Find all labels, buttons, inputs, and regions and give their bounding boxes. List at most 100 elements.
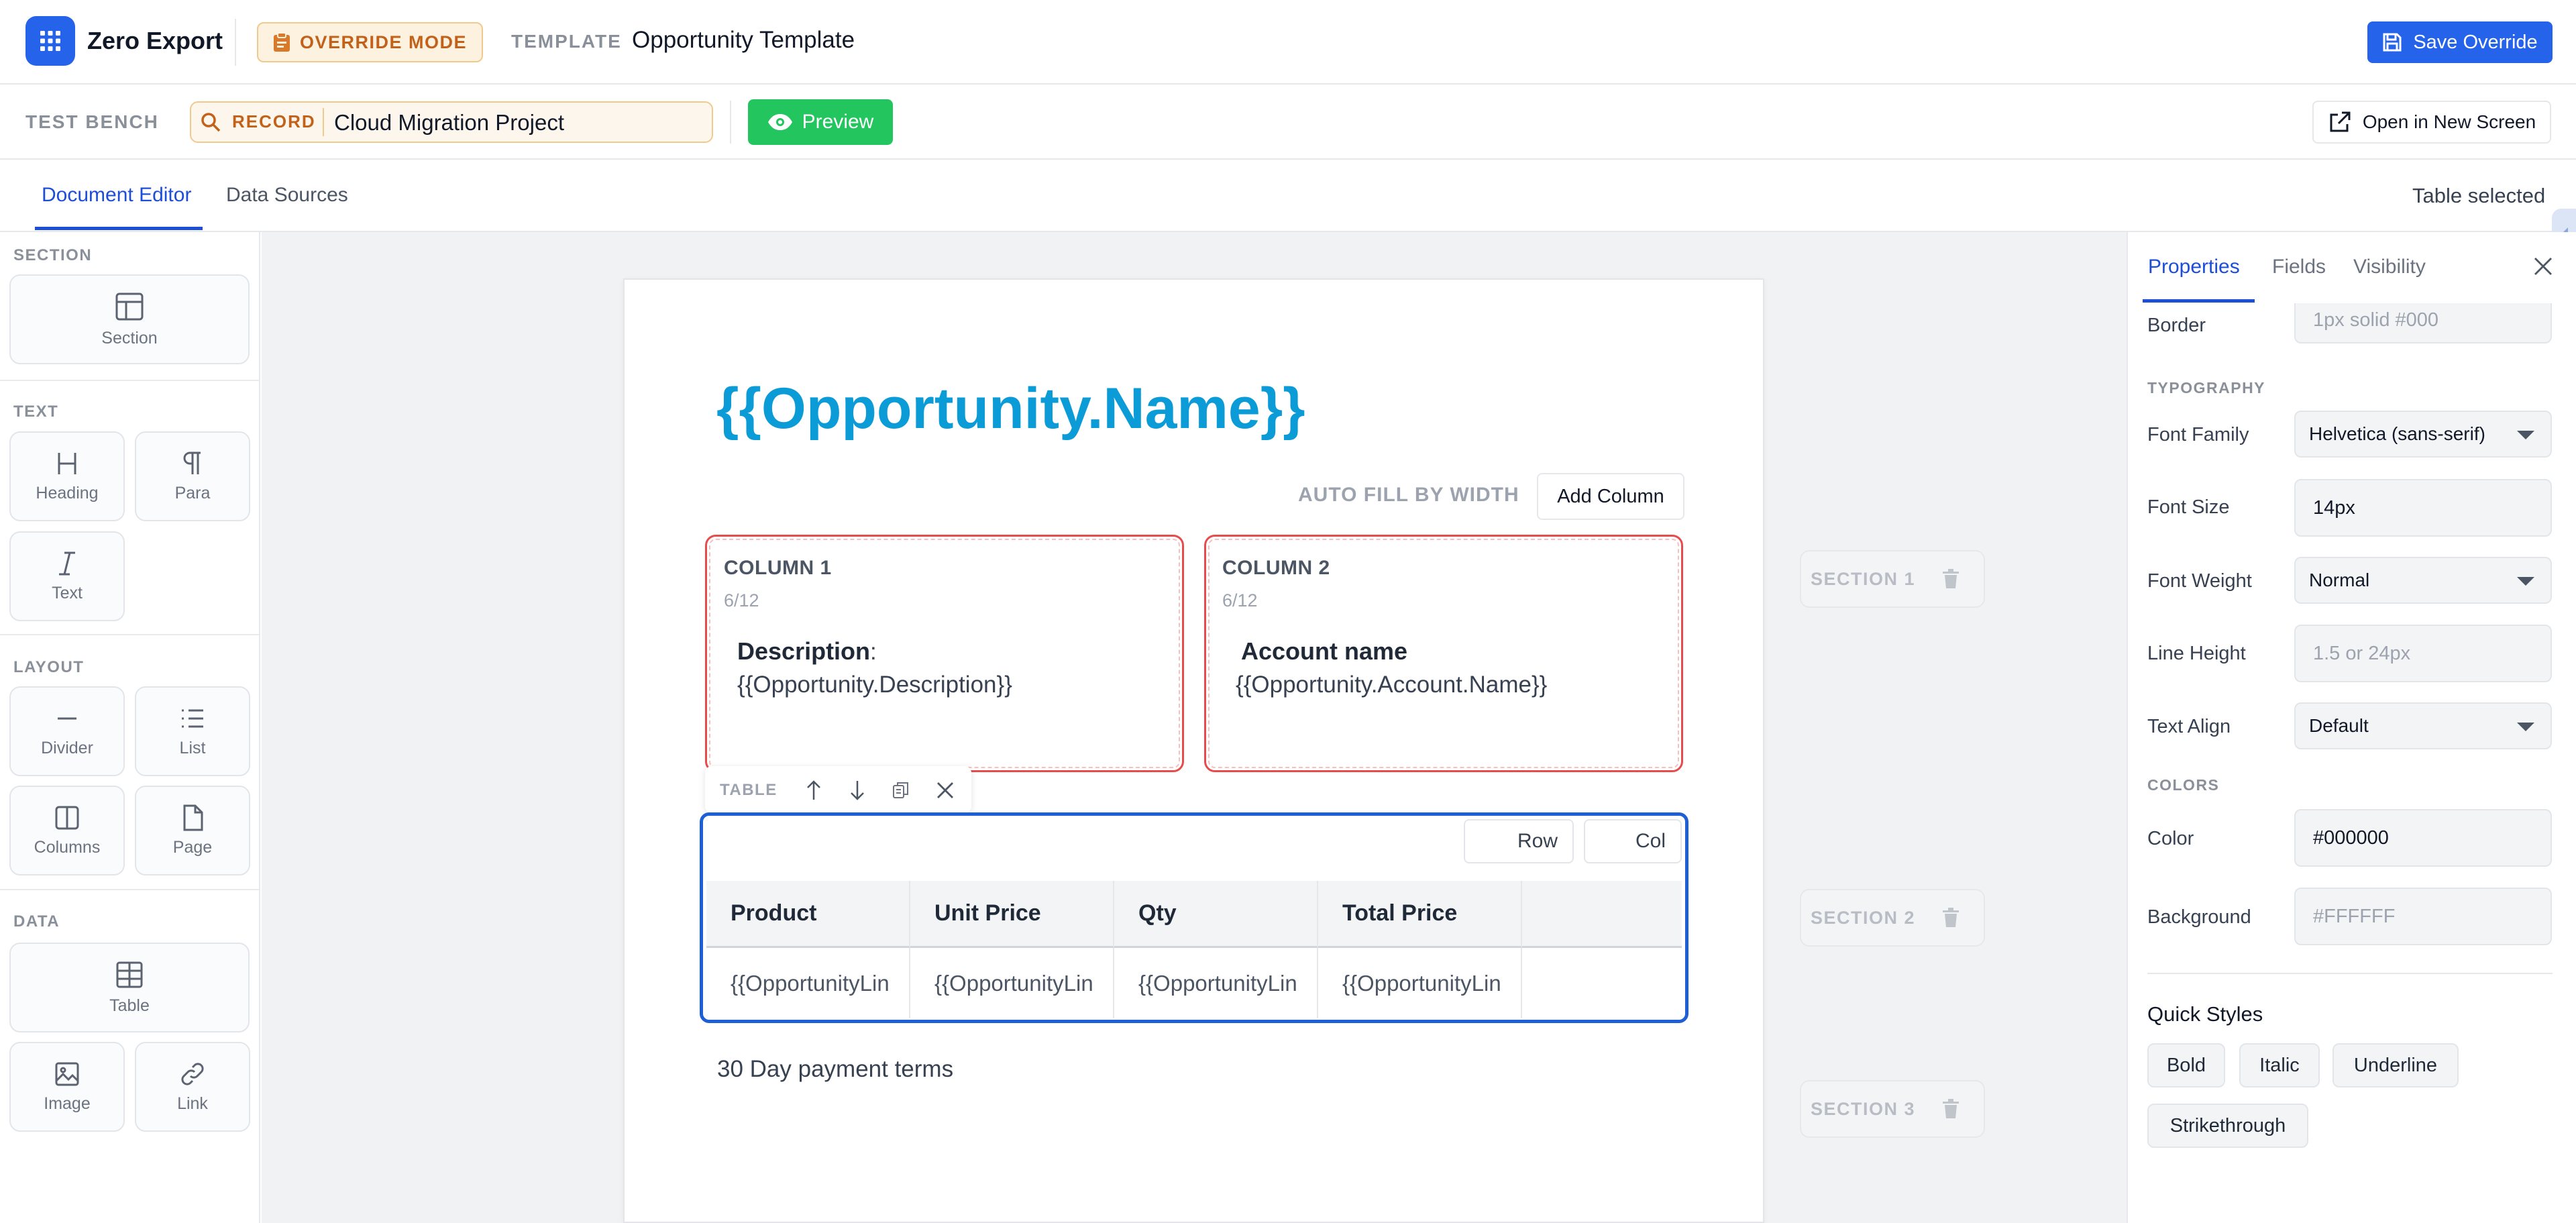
font-family-select[interactable]: Helvetica (sans-serif) xyxy=(2294,411,2552,458)
quick-style-italic-button[interactable]: Italic xyxy=(2239,1043,2320,1087)
palette-item-label: List xyxy=(179,738,206,757)
palette-item-list[interactable]: List xyxy=(135,686,250,776)
columns-icon xyxy=(54,804,80,831)
palette-item-divider[interactable]: Divider xyxy=(9,686,125,776)
page-icon xyxy=(179,804,206,831)
color-input[interactable]: #000000 xyxy=(2294,809,2552,867)
background-input[interactable]: #FFFFFF xyxy=(2294,888,2552,945)
tab-fields[interactable]: Fields xyxy=(2272,256,2326,278)
divider xyxy=(2147,973,2553,974)
palette-item-label: Text xyxy=(52,583,83,602)
tab-document-editor[interactable]: Document Editor xyxy=(42,184,191,207)
record-value: Cloud Migration Project xyxy=(334,110,564,135)
palette-group-layout: LAYOUT xyxy=(13,658,85,676)
trash-icon[interactable] xyxy=(1942,908,1960,928)
save-icon xyxy=(2382,32,2402,52)
table-header-cell[interactable]: Total Price xyxy=(1318,881,1522,948)
payment-terms-text[interactable]: 30 Day payment terms xyxy=(717,1056,953,1083)
chevron-down-icon xyxy=(2517,577,2534,586)
palette-item-heading[interactable]: Heading xyxy=(9,431,125,521)
palette-item-label: Para xyxy=(174,483,211,502)
column-heading[interactable]: Description: xyxy=(737,637,877,666)
open-in-new-screen-button[interactable]: Open in New Screen xyxy=(2312,101,2551,144)
table-header-cell[interactable] xyxy=(1522,881,1682,948)
trash-icon[interactable] xyxy=(1942,1099,1960,1119)
divider-icon xyxy=(54,705,80,732)
section-tag-1[interactable]: SECTION 1 xyxy=(1800,550,1985,608)
editor-tabs-bar xyxy=(0,160,2576,232)
divider xyxy=(730,101,731,144)
font-family-label: Font Family xyxy=(2147,424,2249,445)
section-icon xyxy=(114,291,145,322)
column-field[interactable]: {{Opportunity.Description}} xyxy=(737,672,1012,698)
palette-item-label: Heading xyxy=(36,483,99,502)
image-icon xyxy=(54,1061,80,1087)
column-field[interactable]: {{Opportunity.Account.Name}} xyxy=(1236,672,1547,698)
font-weight-label: Font Weight xyxy=(2147,570,2252,592)
palette-item-page[interactable]: Page xyxy=(135,786,250,875)
active-tab-indicator xyxy=(2143,299,2255,303)
text-align-select[interactable]: Default xyxy=(2294,702,2552,749)
heading-icon xyxy=(54,450,80,477)
table-header-cell[interactable]: Qty xyxy=(1114,881,1318,948)
table-header-cell[interactable]: Unit Price xyxy=(910,881,1114,948)
selection-status: Table selected xyxy=(2412,184,2546,207)
tab-data-sources[interactable]: Data Sources xyxy=(226,184,348,207)
palette-item-label: Page xyxy=(172,837,213,857)
tab-visibility[interactable]: Visibility xyxy=(2353,256,2426,278)
preview-button[interactable]: Preview xyxy=(748,99,893,145)
palette-item-para[interactable]: Para xyxy=(135,431,250,521)
apps-grid-icon[interactable] xyxy=(25,16,75,66)
add-col-button[interactable]: Col xyxy=(1584,819,1682,863)
column-span: 6/12 xyxy=(1222,590,1258,610)
background-label: Background xyxy=(2147,906,2251,928)
section-tag-3[interactable]: SECTION 3 xyxy=(1800,1080,1985,1138)
add-row-button[interactable]: Row xyxy=(1464,819,1574,863)
arrow-up-icon[interactable] xyxy=(806,780,822,801)
palette-item-link[interactable]: Link xyxy=(135,1042,250,1132)
auto-fill-by-width-label[interactable]: AUTO FILL BY WIDTH xyxy=(1298,484,1519,507)
close-icon[interactable] xyxy=(936,781,955,800)
color-label: Color xyxy=(2147,828,2194,849)
search-icon xyxy=(200,111,221,133)
font-size-label: Font Size xyxy=(2147,496,2230,518)
table-cell[interactable]: {{OpportunityLin xyxy=(1318,948,1522,1018)
section-tag-2[interactable]: SECTION 2 xyxy=(1800,889,1985,947)
column-span: 6/12 xyxy=(724,590,759,610)
font-weight-select[interactable]: Normal xyxy=(2294,557,2552,604)
line-height-input[interactable]: 1.5 or 24px xyxy=(2294,625,2552,682)
table-header-cell[interactable]: Product xyxy=(706,881,910,948)
border-field[interactable]: 1px solid #000 xyxy=(2294,303,2552,343)
table-cell[interactable]: {{OpportunityLin xyxy=(706,948,910,1018)
quick-style-bold-button[interactable]: Bold xyxy=(2147,1043,2225,1087)
column-title: COLUMN 2 xyxy=(1222,557,1330,579)
table-cell[interactable] xyxy=(1522,948,1682,1018)
palette-item-table[interactable]: Table xyxy=(9,943,250,1032)
tab-properties[interactable]: Properties xyxy=(2148,256,2240,278)
chevron-down-icon xyxy=(2517,431,2534,439)
column-heading-text: Description xyxy=(737,637,871,665)
clipboard-icon xyxy=(273,32,290,52)
template-label: TEMPLATE xyxy=(511,31,622,52)
quick-style-underline-button[interactable]: Underline xyxy=(2332,1043,2459,1087)
colors-group-label: COLORS xyxy=(2147,776,2220,794)
column-heading[interactable]: Account name xyxy=(1241,637,1407,666)
eye-icon xyxy=(767,113,793,131)
column-heading-suffix: : xyxy=(870,639,877,665)
close-icon[interactable] xyxy=(2533,256,2553,276)
table-cell[interactable]: {{OpportunityLin xyxy=(910,948,1114,1018)
add-column-button[interactable]: Add Column xyxy=(1537,473,1684,520)
document-title[interactable]: {{Opportunity.Name}} xyxy=(716,376,1305,442)
font-size-input[interactable]: 14px xyxy=(2294,479,2552,537)
palette-item-image[interactable]: Image xyxy=(9,1042,125,1132)
palette-item-text[interactable]: Text xyxy=(9,531,125,621)
divider xyxy=(0,634,259,635)
trash-icon[interactable] xyxy=(1942,569,1960,589)
table-cell[interactable]: {{OpportunityLin xyxy=(1114,948,1318,1018)
quick-style-strikethrough-button[interactable]: Strikethrough xyxy=(2147,1104,2308,1148)
palette-item-section[interactable]: Section xyxy=(9,274,250,364)
palette-item-columns[interactable]: Columns xyxy=(9,786,125,875)
arrow-down-icon[interactable] xyxy=(849,780,865,801)
copy-icon[interactable] xyxy=(892,782,910,799)
save-override-button[interactable]: Save Override xyxy=(2367,21,2553,63)
